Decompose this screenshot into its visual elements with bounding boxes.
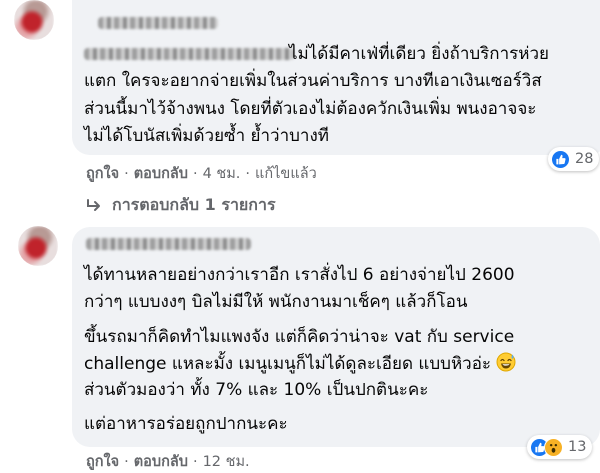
comment-actions: ถูกใจ · ตอบกลับ · 12 ชม. [86, 450, 250, 473]
comment-line: ไม่ได้โบนัสเพิ่มด้วยซ้ำ ย้ำว่าบางที [84, 126, 329, 146]
timestamp[interactable]: 12 ชม. [203, 450, 250, 473]
like-button[interactable]: ถูกใจ [86, 162, 119, 185]
timestamp[interactable]: 4 ชม. [203, 162, 241, 185]
comment-line: แตก ใครจะอยากจ่ายเพิ่มในส่วนค่าบริการ บา… [84, 71, 542, 91]
reaction-count: 28 [575, 151, 594, 167]
commenter-name-blurred[interactable] [98, 17, 218, 29]
separator-dot: · [124, 165, 129, 182]
redacted-text [84, 48, 294, 60]
separator-dot: · [192, 165, 198, 182]
comment-line: ได้ทานหลายอย่างกว่าเราอีก เราสั่งไป 6 อย… [84, 265, 515, 285]
comment-line: กว่าๆ แบบงงๆ บิลไม่มีให้ พนักงานมาเช็คๆ … [84, 292, 468, 312]
comment-line-text: challenge แหละมั้ง เมนูเมนูก็ไม่ได้ดูละเ… [84, 354, 492, 374]
comment-line: ส่วนตัวมองว่า ทั้ง 7% และ 10% เป็นปกตินะ… [84, 380, 429, 400]
comment-line: ขึ้นรถมาก็คิดทำไมแพงจัง แต่ก็คิดว่าน่าจะ… [84, 327, 515, 347]
reply-button[interactable]: ตอบกลับ [134, 450, 188, 473]
comment-line: ไม่ได้มีคาเฟ่ที่เดียว ยิ่งถ้าบริการห่วย [289, 44, 549, 64]
like-icon [551, 149, 570, 169]
sweat-smile-emoji-icon [496, 352, 516, 372]
wow-icon [544, 437, 563, 457]
comment-line: challenge แหละมั้ง เมนูเมนูก็ไม่ได้ดูละเ… [84, 351, 516, 379]
edited-label: แก้ไขแล้ว [255, 166, 317, 182]
separator-dot: · [124, 453, 129, 470]
comment-line: ส่วนนี้มาไว้จ้างพนง โดยที่ตัวเองไม่ต้องค… [84, 99, 537, 119]
comment-line: แต่อาหารอร่อยถูกปากนะคะ [84, 414, 288, 434]
commenter-avatar[interactable] [18, 226, 58, 266]
separator-dot: · [192, 453, 198, 470]
view-replies-button[interactable]: การตอบกลับ 1 รายการ [86, 193, 276, 218]
reaction-summary[interactable]: 13 [527, 435, 593, 459]
comment-actions: ถูกใจ · ตอบกลับ · 4 ชม. · แก้ไขแล้ว [86, 162, 317, 185]
commenter-name-blurred[interactable] [86, 238, 251, 250]
reply-button[interactable]: ตอบกลับ [134, 162, 188, 185]
separator-dot: · [245, 165, 251, 182]
reaction-count: 13 [568, 439, 587, 455]
view-replies-label: การตอบกลับ 1 รายการ [112, 195, 276, 214]
reaction-summary[interactable]: 28 [548, 147, 600, 171]
reply-arrow-icon [87, 198, 100, 211]
commenter-avatar[interactable] [14, 0, 54, 40]
like-button[interactable]: ถูกใจ [86, 450, 119, 473]
